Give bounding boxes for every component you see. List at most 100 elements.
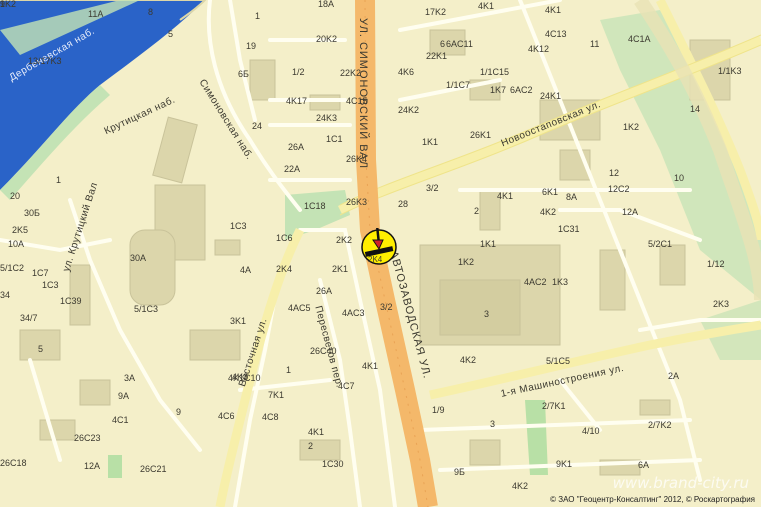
- building-number-label: 1C18: [304, 201, 326, 211]
- building-number-label: 19: [246, 41, 257, 51]
- building-number-label: 10: [674, 173, 685, 183]
- building-number-label: 4/10: [582, 426, 600, 436]
- building-number-label: 1/1C15: [480, 67, 510, 77]
- building-number-label: 6: [440, 39, 446, 49]
- building-number-label: 28: [398, 199, 409, 209]
- building-number-label: 4AC3: [342, 308, 365, 318]
- building-number-label: 1C6: [276, 233, 293, 243]
- building-number-label: 1K2: [458, 257, 475, 267]
- building-number-label: 1C31: [558, 224, 580, 234]
- building-number-label: 26K4: [346, 154, 368, 164]
- building-number-label: 22A: [284, 164, 301, 174]
- building-number-label: 22K2: [340, 68, 362, 78]
- building-number-label: 3/2: [426, 183, 439, 193]
- building-number-label: 4K1: [497, 191, 514, 201]
- building-number-label: 5/1C5: [546, 356, 571, 366]
- building-number-label: 24K3: [316, 113, 338, 123]
- building-number-label: 3: [490, 419, 496, 429]
- building-number-label: 1C3: [230, 221, 247, 231]
- building-number-label: 1K1: [422, 137, 439, 147]
- building-number-label: 11A: [88, 9, 104, 19]
- building-number-label: 6Б: [238, 69, 249, 79]
- building-number-label: 4K2: [512, 481, 529, 491]
- building-number-label: 24K1: [540, 91, 562, 101]
- building-number-label: 1C7: [32, 268, 49, 278]
- building-number-label: 6AC2: [510, 85, 533, 95]
- building-number-label: 4K12: [528, 44, 550, 54]
- building-number-label: 1C39: [60, 296, 82, 306]
- building-number-label: 12A: [622, 207, 639, 217]
- building-number-label: 4K1: [362, 361, 379, 371]
- building-number-label: 1C30: [322, 459, 344, 469]
- building-number-label: 2K2: [336, 235, 353, 245]
- building-number-label: 10A: [8, 239, 25, 249]
- building-number-label: 1/2: [292, 67, 305, 77]
- building-number-label: 7K1: [268, 390, 285, 400]
- building-number-label: 1/9: [432, 405, 445, 415]
- building-number-label: 3A: [124, 373, 136, 383]
- building-number-label: 2/7K1: [542, 401, 566, 411]
- building-number-label: 1: [56, 175, 62, 185]
- building-number-label: 1/1C7: [446, 80, 471, 90]
- building-number-label: 5/1C2: [0, 263, 25, 273]
- building-number-label: 12A: [84, 461, 101, 471]
- building-number-label: 1C3: [42, 280, 59, 290]
- building-number-label: 4K2: [540, 207, 557, 217]
- building-number-label: 26C21: [140, 464, 167, 474]
- building-number-label: 4AC2: [524, 277, 547, 287]
- street-label-simonovsky-val: УЛ. СИМОНОВСКИЙ ВАЛ: [357, 18, 369, 169]
- building-number-label: 9A: [118, 391, 130, 401]
- location-marker[interactable]: 2K4: [360, 228, 398, 266]
- building-number-label: 12: [609, 168, 620, 178]
- building-number-label: 11: [590, 39, 600, 49]
- building-number-label: 4C8: [262, 412, 279, 422]
- building-number-label: 26K1: [470, 130, 492, 140]
- building-number-label: 14: [690, 104, 701, 114]
- building-number-label: 1/12: [707, 259, 725, 269]
- building-number-label: 18A: [318, 0, 335, 9]
- building-number-label: 26A: [316, 286, 333, 296]
- building-number-label: 4K2: [460, 355, 477, 365]
- building-number-label: 1C1: [326, 134, 343, 144]
- building-number-label: 34: [0, 290, 11, 300]
- building-number-label: 1K7: [490, 85, 507, 95]
- building-number-label: 9Б: [454, 467, 465, 477]
- building-number-label: 2A: [668, 371, 680, 381]
- building-number-label: 30Б: [24, 208, 40, 218]
- building-number-label: 1K1: [480, 239, 497, 249]
- building-number-label: 2K3: [713, 299, 730, 309]
- building-number-label: 22K1: [426, 51, 448, 61]
- building-number-label: 26A: [288, 142, 305, 152]
- building-number-label: 3K1: [230, 316, 247, 326]
- building-number-label: 4C1A: [628, 34, 651, 44]
- building-number-label: 26K3: [346, 197, 368, 207]
- building-number-label: 26C23: [74, 433, 101, 443]
- building-number-label: 9K1: [556, 459, 573, 469]
- building-number-label: 2: [474, 206, 480, 216]
- building-number-label: 2K4: [276, 264, 293, 274]
- building-number-label: 1: [286, 365, 292, 375]
- building-number-label: 2/7K2: [648, 420, 672, 430]
- building-number-label: 4C1: [112, 415, 129, 425]
- building-number-label: 8A: [566, 192, 578, 202]
- marker-label: 2K4: [368, 255, 383, 264]
- building-number-label: 9: [176, 407, 182, 417]
- building-number-label: 4K1C10: [228, 373, 261, 383]
- building-number-label: 5/1C3: [134, 304, 159, 314]
- building-number-label: 2K1: [332, 264, 349, 274]
- building-number-label: 5: [168, 29, 174, 39]
- map-canvas[interactable]: Дербеневская наб. Крутицкая наб. Симонов…: [0, 0, 761, 507]
- building-number-label: 24: [252, 121, 263, 131]
- building-number-label: 3/2: [380, 302, 393, 312]
- building-number-label: 4AC5: [288, 303, 311, 313]
- building-number-label: 1: [0, 0, 6, 9]
- building-number-label: 20K2: [316, 34, 338, 44]
- building-number-label: 17K2: [425, 7, 447, 17]
- building-number-label: 30A: [130, 253, 147, 263]
- building-number-label: 12C2: [608, 184, 630, 194]
- building-number-label: 1K3: [552, 277, 569, 287]
- building-number-label: 6K1: [542, 187, 559, 197]
- building-number-label: 4C6: [218, 411, 235, 421]
- building-number-label: 20: [10, 191, 21, 201]
- building-number-label: 1K2: [623, 122, 640, 132]
